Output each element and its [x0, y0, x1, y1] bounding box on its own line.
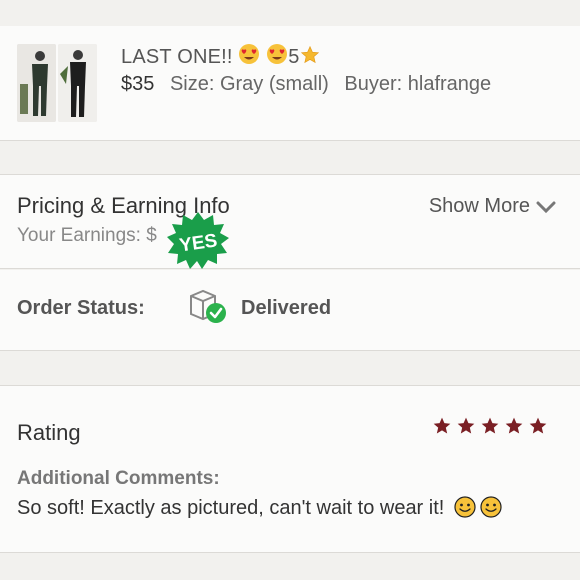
listing-photo-2 — [58, 44, 97, 122]
show-more-button[interactable]: Show More — [429, 195, 556, 218]
earnings-label: Your Earnings: $ — [17, 225, 157, 246]
star-emoji-icon — [300, 45, 319, 64]
star-icon — [529, 417, 547, 434]
comments-label: Additional Comments: — [17, 468, 220, 489]
divider — [0, 552, 580, 553]
delivered-package-icon — [190, 289, 226, 323]
chevron-down-icon — [536, 201, 556, 213]
listing-size: Size: Gray (small) — [169, 73, 329, 95]
heart-eyes-emoji-icon — [239, 44, 260, 64]
star-icon — [433, 417, 451, 434]
divider — [0, 140, 580, 141]
listing-photo-1 — [17, 44, 56, 122]
smiley-emoji-icon — [480, 496, 502, 518]
order-status-label: Order Status: — [17, 297, 145, 319]
listing-title-suffix: 5 — [288, 46, 300, 68]
rating-section: Rating Additional Comments: So soft! Exa… — [0, 386, 580, 552]
order-status-section: Order Status: Delivered — [0, 270, 580, 350]
order-status-value: Delivered — [241, 297, 332, 319]
listing-buyer[interactable]: Buyer: hlafrange — [344, 73, 491, 95]
comments-text-row: So soft! Exactly as pictured, can't wait… — [17, 496, 502, 520]
rating-label: Rating — [17, 420, 81, 445]
star-icon — [481, 417, 499, 434]
rating-stars — [432, 416, 548, 436]
listing-thumbnails[interactable] — [17, 44, 97, 122]
show-more-label: Show More — [428, 195, 530, 217]
smiley-emoji-icon — [454, 496, 476, 518]
heart-eyes-emoji-icon — [267, 44, 288, 64]
yes-sticker-icon: YES — [167, 212, 229, 269]
listing-title-text: LAST ONE!! — [121, 46, 233, 68]
divider — [0, 350, 580, 351]
comments-text: So soft! Exactly as pictured, can't wait… — [17, 497, 445, 519]
listing-title: LAST ONE!! 5 — [121, 43, 320, 69]
star-icon — [457, 417, 475, 434]
listing-card[interactable]: LAST ONE!! 5 $35 Size: Gray (small) Buye… — [0, 26, 580, 140]
star-icon — [505, 417, 523, 434]
listing-price: $35 — [121, 73, 155, 95]
listing-meta: $35 Size: Gray (small) Buyer: hlafrange — [121, 73, 491, 96]
pricing-section: Pricing & Earning Info Your Earnings: $ … — [0, 175, 580, 268]
divider — [0, 268, 580, 269]
